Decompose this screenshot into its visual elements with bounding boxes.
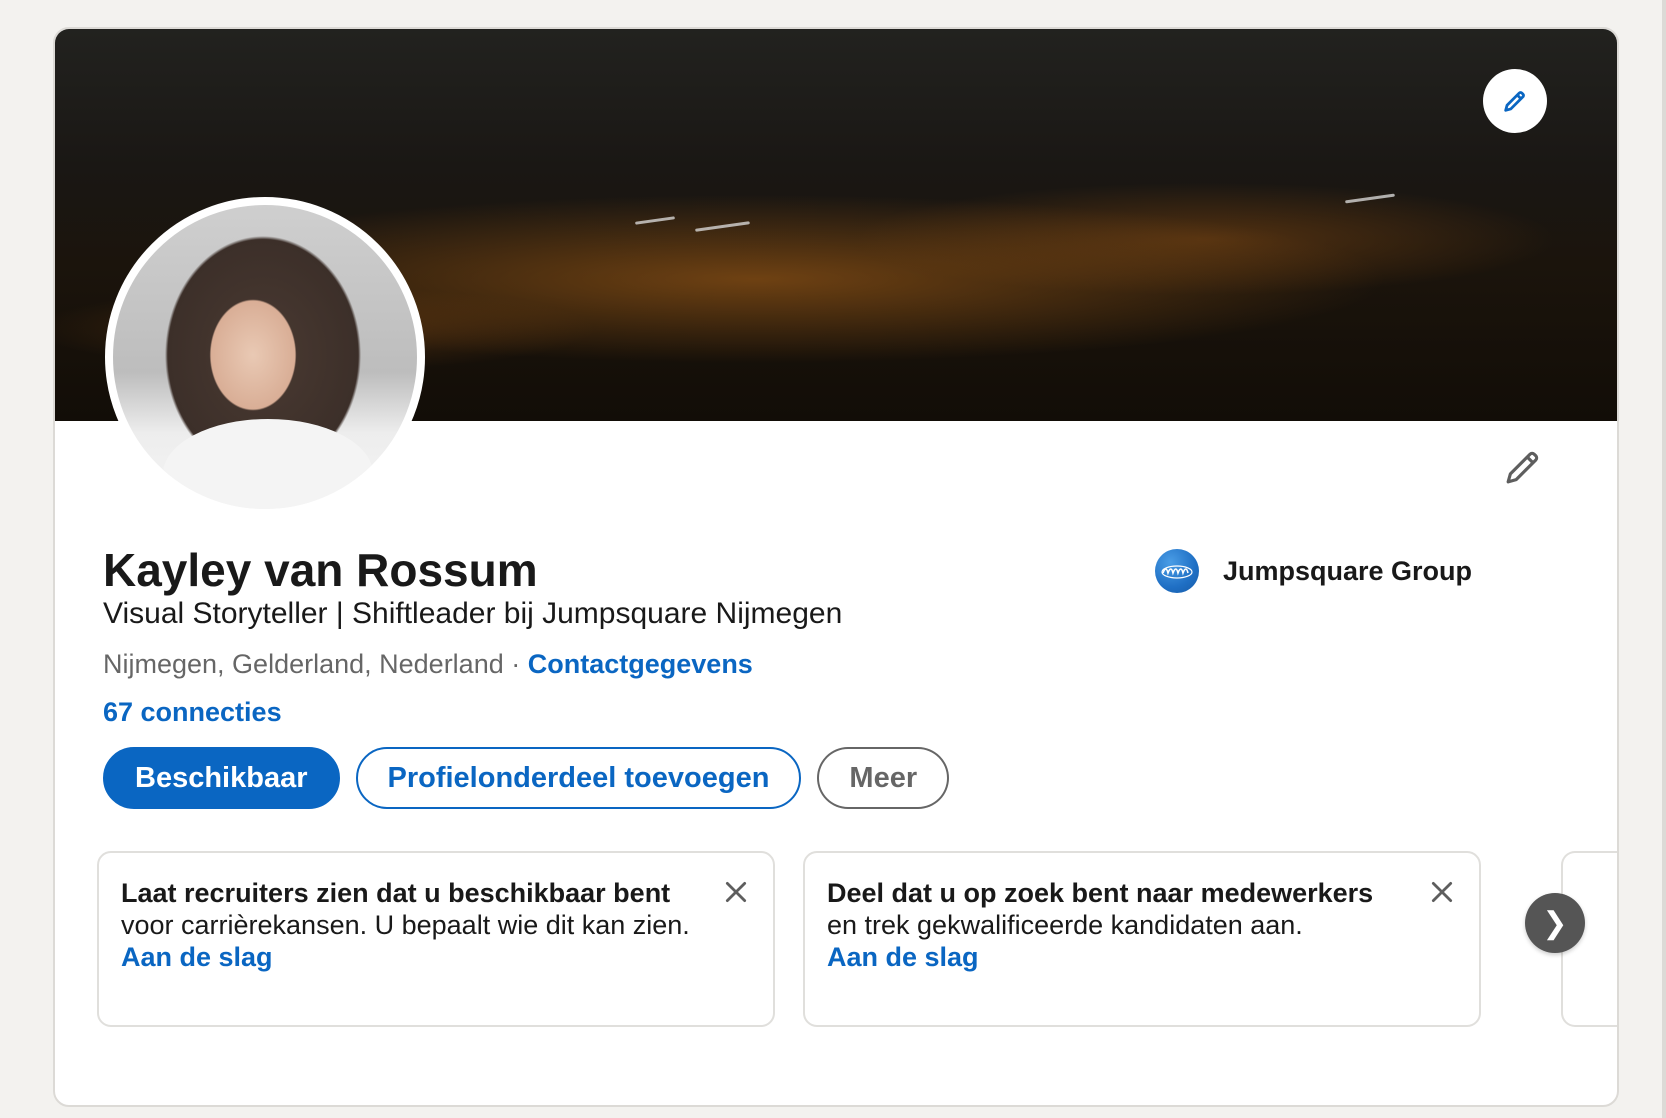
current-company[interactable]: Jumpsquare Group: [1155, 549, 1472, 593]
chevron-right-icon: ❯: [1542, 906, 1568, 940]
open-to-button[interactable]: Beschikbaar: [103, 747, 340, 809]
contact-info-link[interactable]: Contactgegevens: [528, 649, 753, 679]
profile-photo[interactable]: [105, 197, 425, 517]
profile-name: Kayley van Rossum: [103, 544, 538, 596]
pencil-icon: [1504, 91, 1525, 112]
connections-link[interactable]: 67 connecties: [103, 697, 282, 728]
tip-text: voor carrièrekansen. U bepaalt wie dit k…: [121, 910, 690, 940]
tip-cta-link[interactable]: Aan de slag: [827, 941, 979, 973]
tip-text: en trek gekwalificeerde kandidaten aan.: [827, 910, 1303, 940]
company-logo: [1155, 549, 1199, 593]
tip-card-open-to-work: Laat recruiters zien dat u beschikbaar b…: [97, 851, 775, 1027]
profile-headline: Visual Storyteller | Shiftleader bij Jum…: [103, 597, 843, 630]
tip-bold-text: Laat recruiters zien dat u beschikbaar b…: [121, 878, 671, 908]
location-row: Nijmegen, Gelderland, Nederland · Contac…: [103, 649, 753, 680]
adjacent-panel-edge: [1662, 0, 1666, 1118]
profile-actions: Beschikbaar Profielonderdeel toevoegen M…: [103, 747, 950, 809]
edit-banner-button[interactable]: [1483, 69, 1547, 133]
tip-bold-text: Deel dat u op zoek bent naar medewerkers: [827, 878, 1374, 908]
close-icon: [725, 881, 747, 903]
dismiss-tip-button[interactable]: [719, 875, 753, 909]
company-name: Jumpsquare Group: [1223, 555, 1473, 586]
profile-location: Nijmegen, Gelderland, Nederland: [103, 649, 504, 679]
profile-card: Kayley van Rossum Visual Storyteller | S…: [53, 27, 1619, 1107]
coil-logo-icon: [1161, 565, 1193, 579]
close-icon: [1431, 881, 1453, 903]
tip-card-hiring: Deel dat u op zoek bent naar medewerkers…: [803, 851, 1481, 1027]
tip-cta-link[interactable]: Aan de slag: [121, 941, 273, 973]
pencil-icon: [1506, 451, 1539, 484]
edit-intro-button[interactable]: [1493, 437, 1553, 497]
add-profile-section-button[interactable]: Profielonderdeel toevoegen: [355, 747, 802, 809]
more-button[interactable]: Meer: [817, 747, 950, 809]
dismiss-tip-button[interactable]: [1425, 875, 1459, 909]
carousel-next-button[interactable]: ❯: [1525, 893, 1585, 953]
separator: ·: [511, 649, 521, 679]
